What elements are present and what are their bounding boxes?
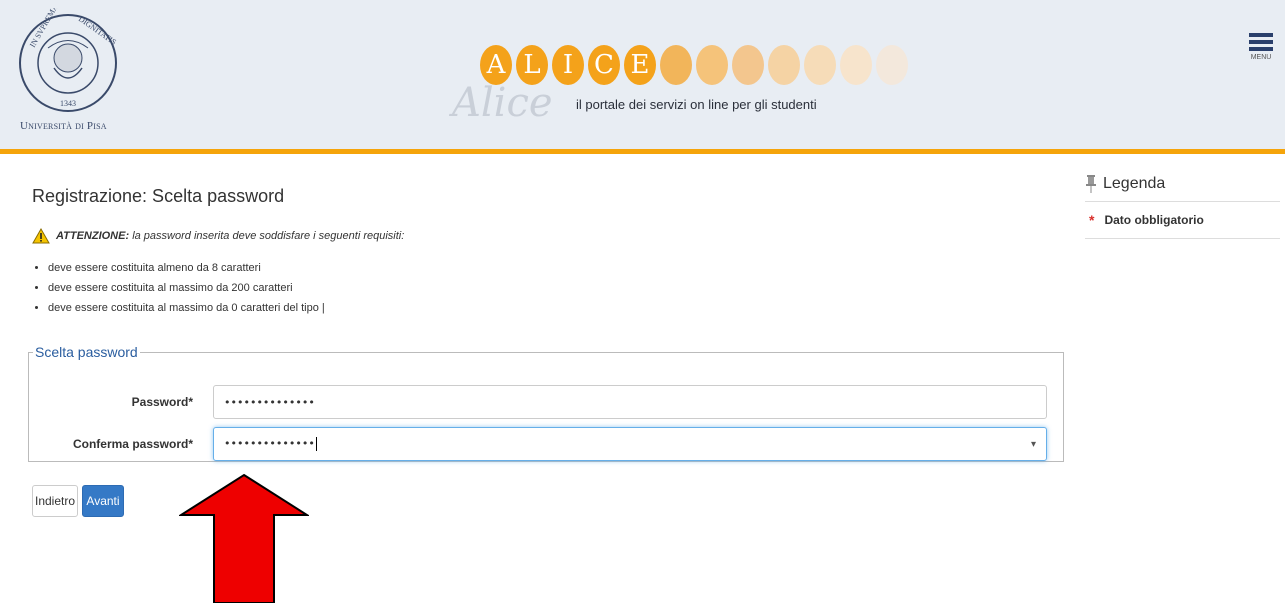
banner-letters: A L I C E [480, 45, 908, 85]
svg-text:1343: 1343 [60, 99, 76, 108]
banner-letter: I [552, 45, 584, 85]
banner-face-image [804, 45, 836, 85]
university-seal-logo[interactable]: IN SVPREMAE DIGNITATIS 1343 [18, 0, 123, 138]
banner-face-image [876, 45, 908, 85]
pin-icon [1086, 175, 1096, 193]
banner-face-image [732, 45, 764, 85]
confirm-password-row: Conferma password* •••••••••••••• ▾ [29, 427, 1047, 461]
svg-text:DIGNITATIS: DIGNITATIS [77, 14, 118, 46]
banner-letter: E [624, 45, 656, 85]
menu-label: MENU [1250, 54, 1272, 61]
list-item: deve essere costituita al massimo da 0 c… [48, 301, 325, 321]
confirm-password-field[interactable]: •••••••••••••• ▾ [213, 427, 1047, 461]
eye-icon[interactable]: ▾ [1031, 439, 1036, 450]
confirm-password-value: •••••••••••••• [224, 437, 315, 450]
menu-button[interactable]: MENU [1247, 30, 1275, 61]
back-button[interactable]: Indietro [32, 485, 78, 517]
red-arrow-annotation [179, 473, 309, 603]
legend-item-label: Dato obbligatorio [1104, 213, 1204, 227]
confirm-password-label: Conferma password* [72, 437, 193, 451]
warning-label: ATTENZIONE: [56, 230, 130, 242]
password-label: Password* [131, 395, 193, 409]
list-item: deve essere costituita almeno da 8 carat… [48, 261, 325, 281]
required-star-icon: * [1089, 212, 1095, 228]
page-title: Registrazione: Scelta password [32, 186, 285, 206]
banner-tagline: il portale dei servizi on line per gli s… [576, 97, 817, 112]
banner-face-image [840, 45, 872, 85]
password-fieldset: Scelta password Password* ••••••••••••••… [28, 344, 1064, 462]
legend-title-row: Legenda [1085, 170, 1280, 198]
warning-text: la password inserita deve soddisfare i s… [132, 230, 405, 242]
banner-script-text: Alice [452, 80, 553, 126]
alice-banner[interactable]: Alice A L I C E il portale dei servizi o… [440, 30, 908, 130]
password-value: •••••••••••••• [224, 395, 315, 409]
text-caret [315, 437, 317, 451]
site-header: IN SVPREMAE DIGNITATIS 1343 Università d… [0, 0, 1285, 154]
password-field[interactable]: •••••••••••••• [213, 385, 1047, 419]
banner-letter: L [516, 45, 548, 85]
warning-icon [32, 228, 50, 244]
next-button[interactable]: Avanti [82, 485, 124, 517]
divider [1085, 201, 1280, 202]
warning-message: ATTENZIONE: la password inserita deve so… [32, 228, 404, 244]
banner-letter: C [588, 45, 620, 85]
banner-building-image [768, 45, 800, 85]
university-name: Università di Pisa [20, 120, 107, 132]
legend-title: Legenda [1103, 175, 1166, 192]
requirements-list: deve essere costituita almeno da 8 carat… [32, 261, 325, 321]
banner-face-image [696, 45, 728, 85]
banner-face-image [660, 45, 692, 85]
divider [1085, 238, 1280, 239]
fieldset-legend: Scelta password [35, 344, 138, 360]
legend-sidebar: Legenda * Dato obbligatorio [1085, 170, 1280, 242]
list-item: deve essere costituita al massimo da 200… [48, 281, 325, 301]
hamburger-icon [1247, 33, 1275, 51]
banner-letter: A [480, 45, 512, 85]
password-row: Password* •••••••••••••• [29, 385, 1047, 419]
legend-item: * Dato obbligatorio [1085, 205, 1280, 235]
